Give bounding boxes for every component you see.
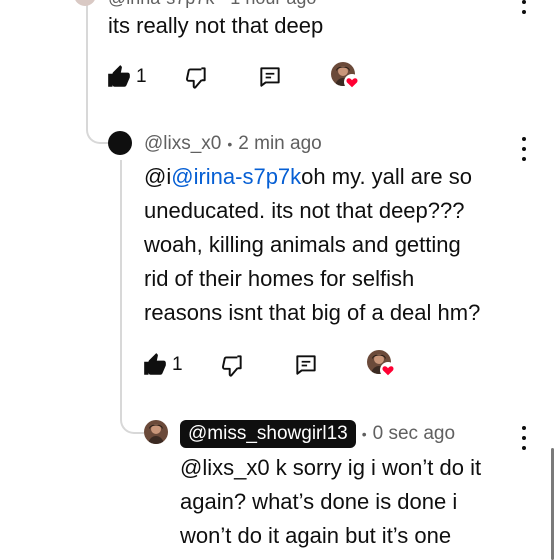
avatar[interactable] [74,0,96,6]
timestamp[interactable]: 2 min ago [238,133,321,155]
creator-heart [330,62,361,92]
comment-text: @i@irina-s7p7koh my. yall are so uneduca… [144,160,539,330]
avatar[interactable] [108,131,132,155]
like-button[interactable]: 1 [142,352,183,378]
thread-line-reply1 [120,160,122,416]
text-line: again? what’s done is done i [180,489,458,514]
separator: • [361,426,367,442]
creator-heart [366,350,397,380]
thread-line-main [86,0,88,126]
thumbs-down-icon[interactable] [183,64,209,90]
author-name-badge[interactable]: @miss_showgirl13 [180,420,356,448]
reply-comment-icon[interactable] [257,64,283,90]
text-line: @lixs_x0 k sorry ig i won’t do it [180,455,482,480]
comment-header: @miss_showgirl13 • 0 sec ago [180,420,455,448]
comment-text: @lixs_x0 k sorry ig i won’t do it again?… [180,451,540,553]
text-line: reasons isnt that big of a deal hm? [144,300,481,325]
text-prefix: @i [144,164,172,189]
comment-header: @irina-s7p7k · 1 hour ago [108,0,316,9]
more-vertical-icon[interactable] [519,0,529,14]
like-count: 1 [172,354,183,375]
avatar[interactable] [144,420,168,444]
scrollbar[interactable] [551,448,554,560]
thread-connector-reply2 [120,400,144,434]
reply-comment-icon[interactable] [293,352,319,378]
text-line: oh my. yall are so [301,164,472,189]
comment-actions: 1 [106,62,361,92]
comment-header: @lixs_x0 • 2 min ago [144,133,322,155]
mention-link[interactable]: @irina-s7p7k [171,164,301,189]
thumbs-up-icon [144,353,166,375]
comment-actions: 1 [142,350,397,380]
like-count: 1 [136,66,147,87]
text-line: uneducated. its not that deep??? [144,198,465,223]
text-line: rid of their homes for selfish [144,266,415,291]
thread-connector-reply1 [86,110,108,144]
more-vertical-icon[interactable] [519,426,529,450]
text-line: won’t do it again but it’s one [180,523,452,548]
thumbs-down-icon[interactable] [219,352,245,378]
text-line: woah, killing animals and getting [144,232,461,257]
separator: • [227,136,233,152]
like-button[interactable]: 1 [106,64,147,90]
comment-text: its really not that deep [108,13,324,38]
creator-heart-icon [343,74,360,90]
creator-heart-icon [379,362,396,378]
author-name[interactable]: @lixs_x0 [144,133,221,155]
thumbs-up-icon [108,65,130,87]
more-vertical-icon[interactable] [519,137,529,161]
timestamp[interactable]: 0 sec ago [373,423,455,445]
